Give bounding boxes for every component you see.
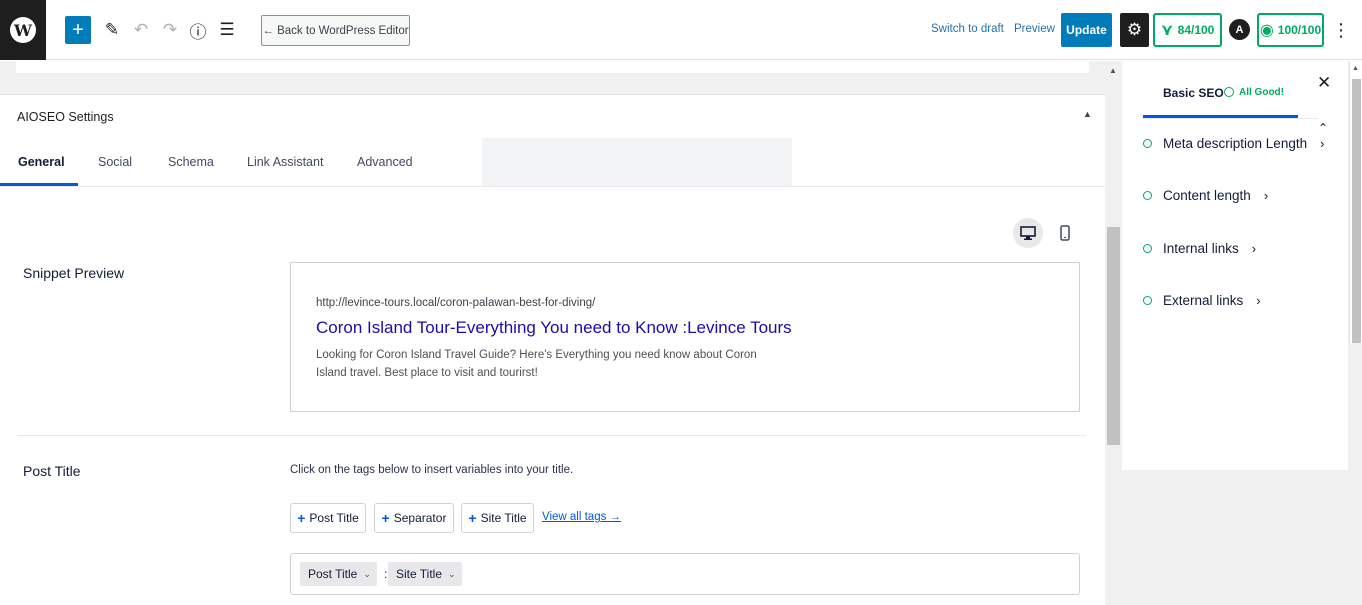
seo-score-value: 84/100 (1177, 23, 1215, 37)
check-label: External links (1163, 293, 1244, 308)
scroll-up-arrow-icon[interactable]: ▲ (1109, 66, 1117, 75)
undo-icon[interactable]: ↶ (129, 18, 153, 42)
aioseo-settings-title: AIOSEO Settings (17, 110, 114, 124)
astra-logo-button[interactable]: A (1229, 19, 1250, 40)
section-divider (17, 435, 1086, 436)
readability-score-value: 100/100 (1277, 23, 1322, 37)
list-view-icon[interactable]: ☰ (215, 18, 239, 42)
tab-social[interactable]: Social (98, 155, 132, 169)
chip-label: Post Title (308, 567, 358, 581)
tab-schema[interactable]: Schema (168, 155, 214, 169)
tab-link-assistant[interactable]: Link Assistant (247, 155, 323, 169)
settings-gear-button[interactable]: ⚙ (1120, 13, 1149, 47)
tag-label: Separator (393, 511, 447, 525)
check-label: Internal links (1163, 241, 1239, 256)
preview-link[interactable]: Preview (1014, 23, 1055, 35)
seo-sidebar-panel (1122, 61, 1348, 470)
plus-icon: + (297, 510, 306, 526)
basic-seo-tab[interactable]: Basic SEO (1163, 86, 1224, 100)
snippet-preview-box: http://levince-tours.local/coron-palawan… (290, 262, 1080, 412)
check-label: Meta description Length (1163, 136, 1308, 151)
snippet-description: Looking for Coron Island Travel Guide? H… (316, 349, 757, 379)
post-title-input[interactable]: Post Title ⌄ : Site Title ⌄ (290, 553, 1080, 595)
check-label: Content length (1163, 188, 1251, 203)
wordpress-logo-button[interactable]: W (0, 0, 46, 60)
editor-canvas-bottom (16, 61, 1089, 73)
check-meta-description-length[interactable]: Meta description Length › (1143, 136, 1324, 151)
tabs-bg-right (792, 138, 1105, 186)
snippet-preview-label: Snippet Preview (23, 265, 125, 281)
chip-label: Site Title (396, 567, 443, 581)
all-good-status: All Good! (1239, 87, 1284, 98)
mobile-preview-toggle[interactable] (1055, 218, 1075, 248)
tools-pencil-icon[interactable]: ✎ (100, 18, 124, 42)
chevron-right-icon: › (1320, 136, 1325, 151)
more-options-icon[interactable]: ⋮ (1332, 18, 1350, 42)
main-scrollbar-thumb[interactable] (1107, 227, 1120, 445)
switch-to-draft-link[interactable]: Switch to draft (931, 23, 1004, 35)
scroll-up-arrow-icon[interactable]: ▲ (1352, 65, 1359, 72)
editor-toolbar: W + ✎ ↶ ↷ ⓘ ☰ ← Back to WordPress Editor… (0, 0, 1362, 60)
sidebar-scrollbar[interactable]: ▲ (1349, 61, 1362, 343)
insert-post-title-tag-button[interactable]: + Post Title (290, 503, 366, 533)
tag-label: Site Title (480, 511, 527, 525)
aioseo-settings-area: AIOSEO Settings ▲ General Social Schema … (0, 61, 1105, 605)
readability-score-button[interactable]: ◉ 100/100 (1257, 13, 1324, 47)
details-info-icon[interactable]: ⓘ (186, 18, 210, 42)
redo-icon[interactable]: ↷ (158, 18, 182, 42)
tabs-border (0, 186, 1105, 187)
seo-score-button[interactable]: ⋎ 84/100 (1153, 13, 1222, 47)
separator-char: : (384, 567, 388, 581)
check-circle-icon (1143, 244, 1152, 253)
chevron-down-icon[interactable]: ⌄ (448, 569, 456, 580)
readability-logo-icon: ◉ (1259, 22, 1274, 39)
post-title-chip[interactable]: Post Title ⌄ (300, 562, 377, 586)
check-external-links[interactable]: External links › (1143, 293, 1261, 308)
chevron-right-icon: › (1251, 241, 1257, 256)
tag-label: Post Title (309, 511, 359, 525)
wordpress-icon: W (10, 17, 36, 43)
site-title-chip[interactable]: Site Title ⌄ (388, 562, 462, 586)
astra-icon: A (1235, 23, 1244, 36)
check-content-length[interactable]: Content length › (1143, 188, 1268, 203)
aioseo-panel-header[interactable]: AIOSEO Settings ▲ (0, 94, 1105, 138)
view-all-tags-link[interactable]: View all tags → (542, 511, 621, 523)
desktop-preview-toggle[interactable] (1013, 218, 1043, 248)
insert-site-title-tag-button[interactable]: + Site Title (461, 503, 534, 533)
aioseo-logo-icon: ⋎ (1160, 22, 1174, 39)
sidebar-scrollbar-thumb[interactable] (1352, 79, 1361, 343)
plus-icon: + (468, 510, 477, 526)
check-circle-icon (1143, 139, 1152, 148)
snippet-title: Coron Island Tour-Everything You need to… (316, 318, 792, 337)
mobile-icon (1060, 225, 1070, 241)
chevron-down-icon[interactable]: ⌄ (363, 569, 371, 580)
check-circle-icon (1143, 191, 1152, 200)
chevron-up-icon[interactable]: ⌃ (1318, 121, 1328, 135)
snippet-url: http://levince-tours.local/coron-palawan… (316, 297, 596, 309)
chevron-right-icon: › (1263, 188, 1269, 203)
check-circle-icon (1224, 87, 1234, 97)
sidebar-tab-border (1143, 118, 1318, 119)
check-internal-links[interactable]: Internal links › (1143, 241, 1256, 256)
post-title-label: Post Title (23, 463, 81, 479)
plus-icon: + (381, 510, 390, 526)
editor-canvas-edge (0, 61, 1105, 94)
collapse-caret-icon[interactable]: ▲ (1083, 109, 1092, 119)
tab-general[interactable]: General (18, 155, 65, 169)
aioseo-tabs: General Social Schema Link Assistant Adv… (0, 138, 1105, 186)
post-title-help-text: Click on the tags below to insert variab… (290, 464, 574, 476)
add-block-button[interactable]: + (65, 16, 91, 44)
gear-icon: ⚙ (1126, 20, 1143, 39)
close-icon[interactable]: ✕ (1317, 73, 1331, 93)
update-button[interactable]: Update (1061, 13, 1112, 47)
chevron-right-icon: › (1256, 293, 1261, 308)
back-to-editor-button[interactable]: ← Back to WordPress Editor (261, 15, 410, 46)
insert-separator-tag-button[interactable]: + Separator (374, 503, 454, 533)
check-circle-icon (1143, 296, 1152, 305)
tab-advanced[interactable]: Advanced (357, 155, 413, 169)
desktop-icon (1020, 225, 1036, 240)
